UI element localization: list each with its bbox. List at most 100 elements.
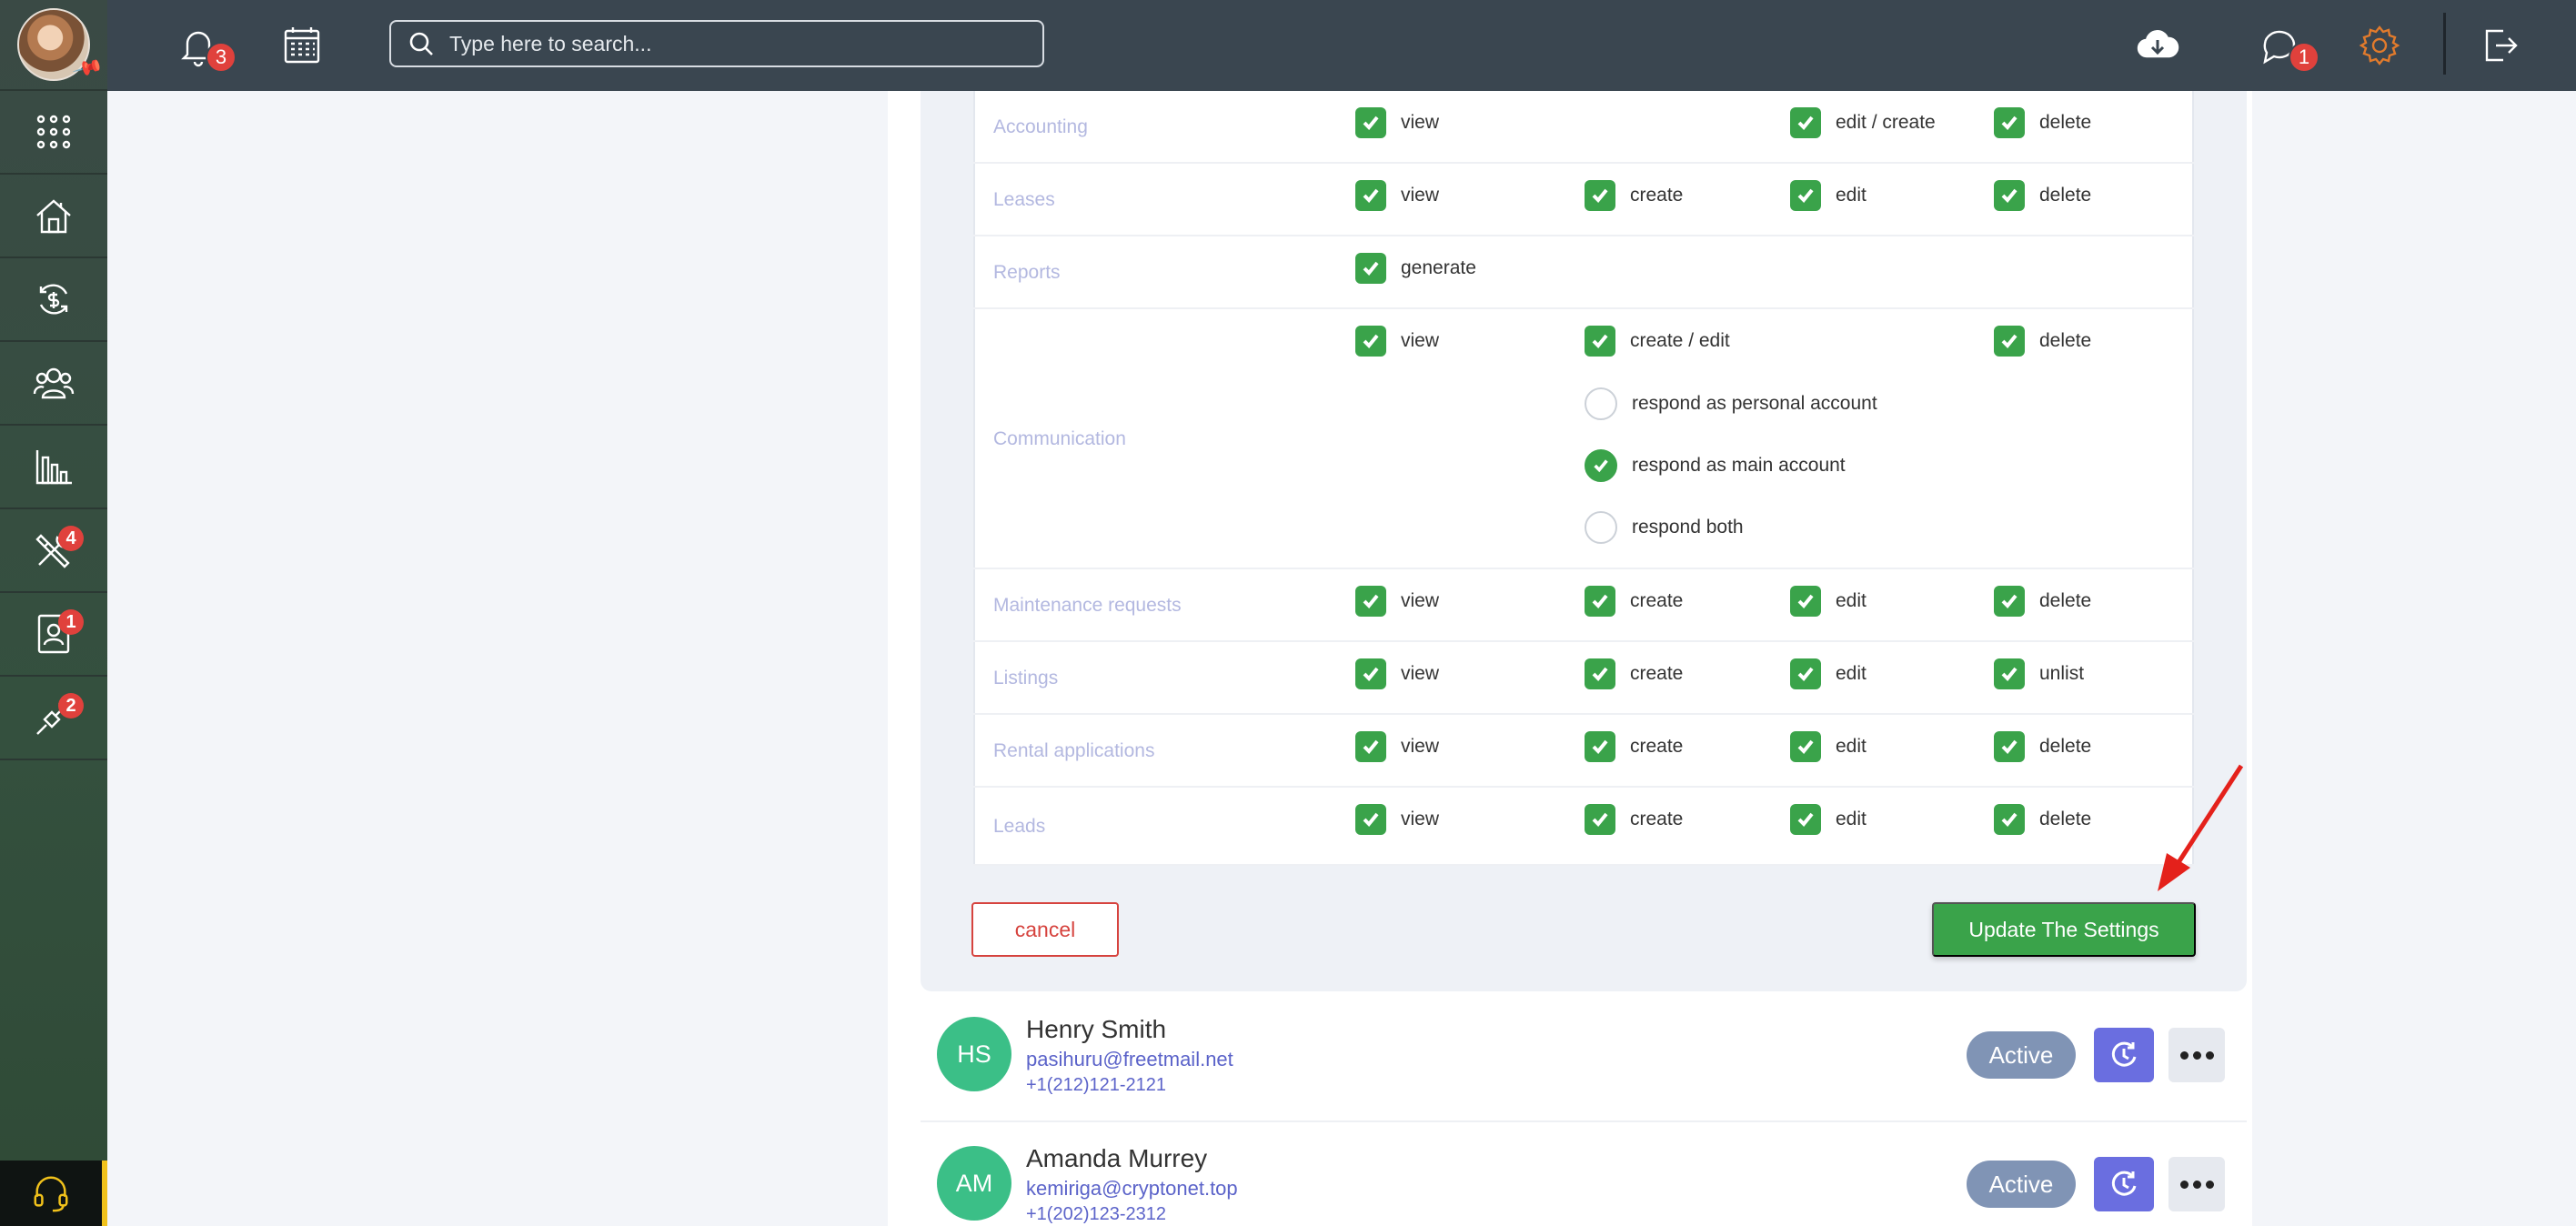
respond-radio[interactable]: respond both — [1585, 511, 1744, 544]
user-avatar[interactable]: AM — [937, 1146, 1011, 1221]
checkbox-icon[interactable] — [1355, 107, 1386, 138]
permission-checkbox[interactable]: view — [1355, 804, 1439, 835]
checkbox-icon[interactable] — [1790, 731, 1821, 762]
search-input[interactable] — [449, 31, 1013, 56]
permission-checkbox[interactable]: view — [1355, 658, 1439, 689]
checkbox-icon[interactable] — [1585, 326, 1615, 357]
sidebar-item-properties[interactable] — [0, 175, 107, 258]
checkbox-icon[interactable] — [1355, 658, 1386, 689]
permission-checkbox[interactable]: view — [1355, 731, 1439, 762]
permission-checkbox[interactable]: delete — [1994, 731, 2091, 762]
permission-checkbox[interactable]: unlist — [1994, 658, 2084, 689]
checkbox-icon[interactable] — [1355, 180, 1386, 211]
permission-checkbox[interactable]: create — [1585, 731, 1683, 762]
checkbox-icon[interactable] — [1994, 326, 2025, 357]
permission-checkbox[interactable]: create — [1585, 804, 1683, 835]
checkbox-icon[interactable] — [1994, 804, 2025, 835]
checkbox-icon[interactable] — [1994, 731, 2025, 762]
permission-option-label: create — [1630, 809, 1684, 829]
search-box[interactable] — [389, 20, 1044, 67]
checkbox-icon[interactable] — [1790, 658, 1821, 689]
sidebar-item-people[interactable] — [0, 342, 107, 426]
support-button[interactable] — [0, 1161, 107, 1226]
checkbox-icon[interactable] — [1790, 586, 1821, 617]
more-options-button[interactable] — [2168, 1028, 2225, 1082]
sidebar-item-integrations[interactable]: 2 — [0, 677, 107, 760]
radio-icon[interactable] — [1585, 387, 1617, 420]
permission-checkbox[interactable]: generate — [1355, 253, 1476, 284]
checkbox-icon[interactable] — [1994, 586, 2025, 617]
permission-label: Listings — [993, 668, 1059, 688]
checkbox-icon[interactable] — [1585, 804, 1615, 835]
user-email[interactable]: pasihuru@freetmail.net — [1026, 1048, 1233, 1071]
permission-checkbox[interactable]: create — [1585, 180, 1683, 211]
logout-button[interactable] — [2474, 20, 2525, 71]
checkbox-icon[interactable] — [1994, 180, 2025, 211]
permission-checkbox[interactable]: view — [1355, 107, 1439, 138]
permission-checkbox[interactable]: edit — [1790, 804, 1867, 835]
permission-checkbox[interactable]: view — [1355, 586, 1439, 617]
checkbox-icon[interactable] — [1355, 586, 1386, 617]
more-options-button[interactable] — [2168, 1157, 2225, 1211]
permission-checkbox[interactable]: view — [1355, 180, 1439, 211]
permission-checkbox[interactable]: create / edit — [1585, 326, 1730, 357]
sidebar-item-tenants[interactable]: 1 — [0, 593, 107, 677]
permission-checkbox[interactable]: edit — [1790, 731, 1867, 762]
grid-icon — [36, 115, 71, 149]
permission-checkbox[interactable]: create — [1585, 586, 1683, 617]
checkbox-icon[interactable] — [1355, 731, 1386, 762]
permission-checkbox[interactable]: delete — [1994, 804, 2091, 835]
user-email[interactable]: kemiriga@cryptonet.top — [1026, 1177, 1238, 1201]
user-phone[interactable]: +1(212)121-2121 — [1026, 1075, 1166, 1096]
permission-option-label: delete — [2039, 112, 2092, 133]
sidebar-item-maintenance[interactable]: 4 — [0, 509, 107, 593]
permission-checkbox[interactable]: edit / create — [1790, 107, 1936, 138]
checkbox-icon[interactable] — [1355, 253, 1386, 284]
permission-checkbox[interactable]: delete — [1994, 180, 2091, 211]
cancel-button[interactable]: cancel — [971, 902, 1119, 957]
radio-label: respond as personal account — [1632, 393, 1877, 414]
checkbox-icon[interactable] — [1355, 326, 1386, 357]
checkbox-icon[interactable] — [1790, 107, 1821, 138]
permission-checkbox[interactable]: delete — [1994, 326, 2091, 357]
permission-checkbox[interactable]: edit — [1790, 586, 1867, 617]
checkbox-icon[interactable] — [1355, 804, 1386, 835]
reset-button[interactable] — [2094, 1028, 2154, 1082]
checkbox-icon[interactable] — [1994, 107, 2025, 138]
sidebar-item-apps[interactable] — [0, 91, 107, 175]
profile-section[interactable]: 📌 — [0, 0, 107, 91]
permission-checkbox[interactable]: edit — [1790, 658, 1867, 689]
topbar: 3 1 — [107, 0, 2576, 91]
checkbox-icon[interactable] — [1790, 180, 1821, 211]
checkbox-icon[interactable] — [1790, 804, 1821, 835]
user-row[interactable]: AM Amanda Murrey kemiriga@cryptonet.top +1(… — [921, 1124, 2247, 1226]
sidebar-item-reports[interactable] — [0, 426, 107, 509]
house-icon — [36, 199, 71, 234]
radio-icon[interactable] — [1585, 449, 1617, 482]
permission-checkbox[interactable]: delete — [1994, 107, 2091, 138]
permission-checkbox[interactable]: delete — [1994, 586, 2091, 617]
checkbox-icon[interactable] — [1585, 658, 1615, 689]
permission-label: Communication — [993, 428, 1126, 449]
permission-checkbox[interactable]: edit — [1790, 180, 1867, 211]
permission-checkbox[interactable]: view — [1355, 326, 1439, 357]
permission-option-label: view — [1401, 185, 1440, 206]
radio-icon[interactable] — [1585, 511, 1617, 544]
download-button[interactable] — [2132, 20, 2183, 71]
settings-button[interactable] — [2354, 20, 2405, 71]
checkbox-icon[interactable] — [1585, 586, 1615, 617]
reset-button[interactable] — [2094, 1157, 2154, 1211]
permission-option-label: create — [1630, 185, 1684, 206]
checkbox-icon[interactable] — [1994, 658, 2025, 689]
checkbox-icon[interactable] — [1585, 731, 1615, 762]
sidebar-item-payments[interactable] — [0, 258, 107, 342]
user-row[interactable]: HS Henry Smith pasihuru@freetmail.net +1(21… — [921, 995, 2247, 1122]
respond-radio[interactable]: respond as main account — [1585, 449, 1846, 482]
user-avatar[interactable]: HS — [937, 1017, 1011, 1091]
user-phone[interactable]: +1(202)123-2312 — [1026, 1204, 1166, 1225]
permission-checkbox[interactable]: create — [1585, 658, 1683, 689]
respond-radio[interactable]: respond as personal account — [1585, 387, 1877, 420]
checkbox-icon[interactable] — [1585, 180, 1615, 211]
update-settings-button[interactable]: Update The Settings — [1932, 902, 2196, 957]
calendar-button[interactable] — [277, 20, 327, 71]
